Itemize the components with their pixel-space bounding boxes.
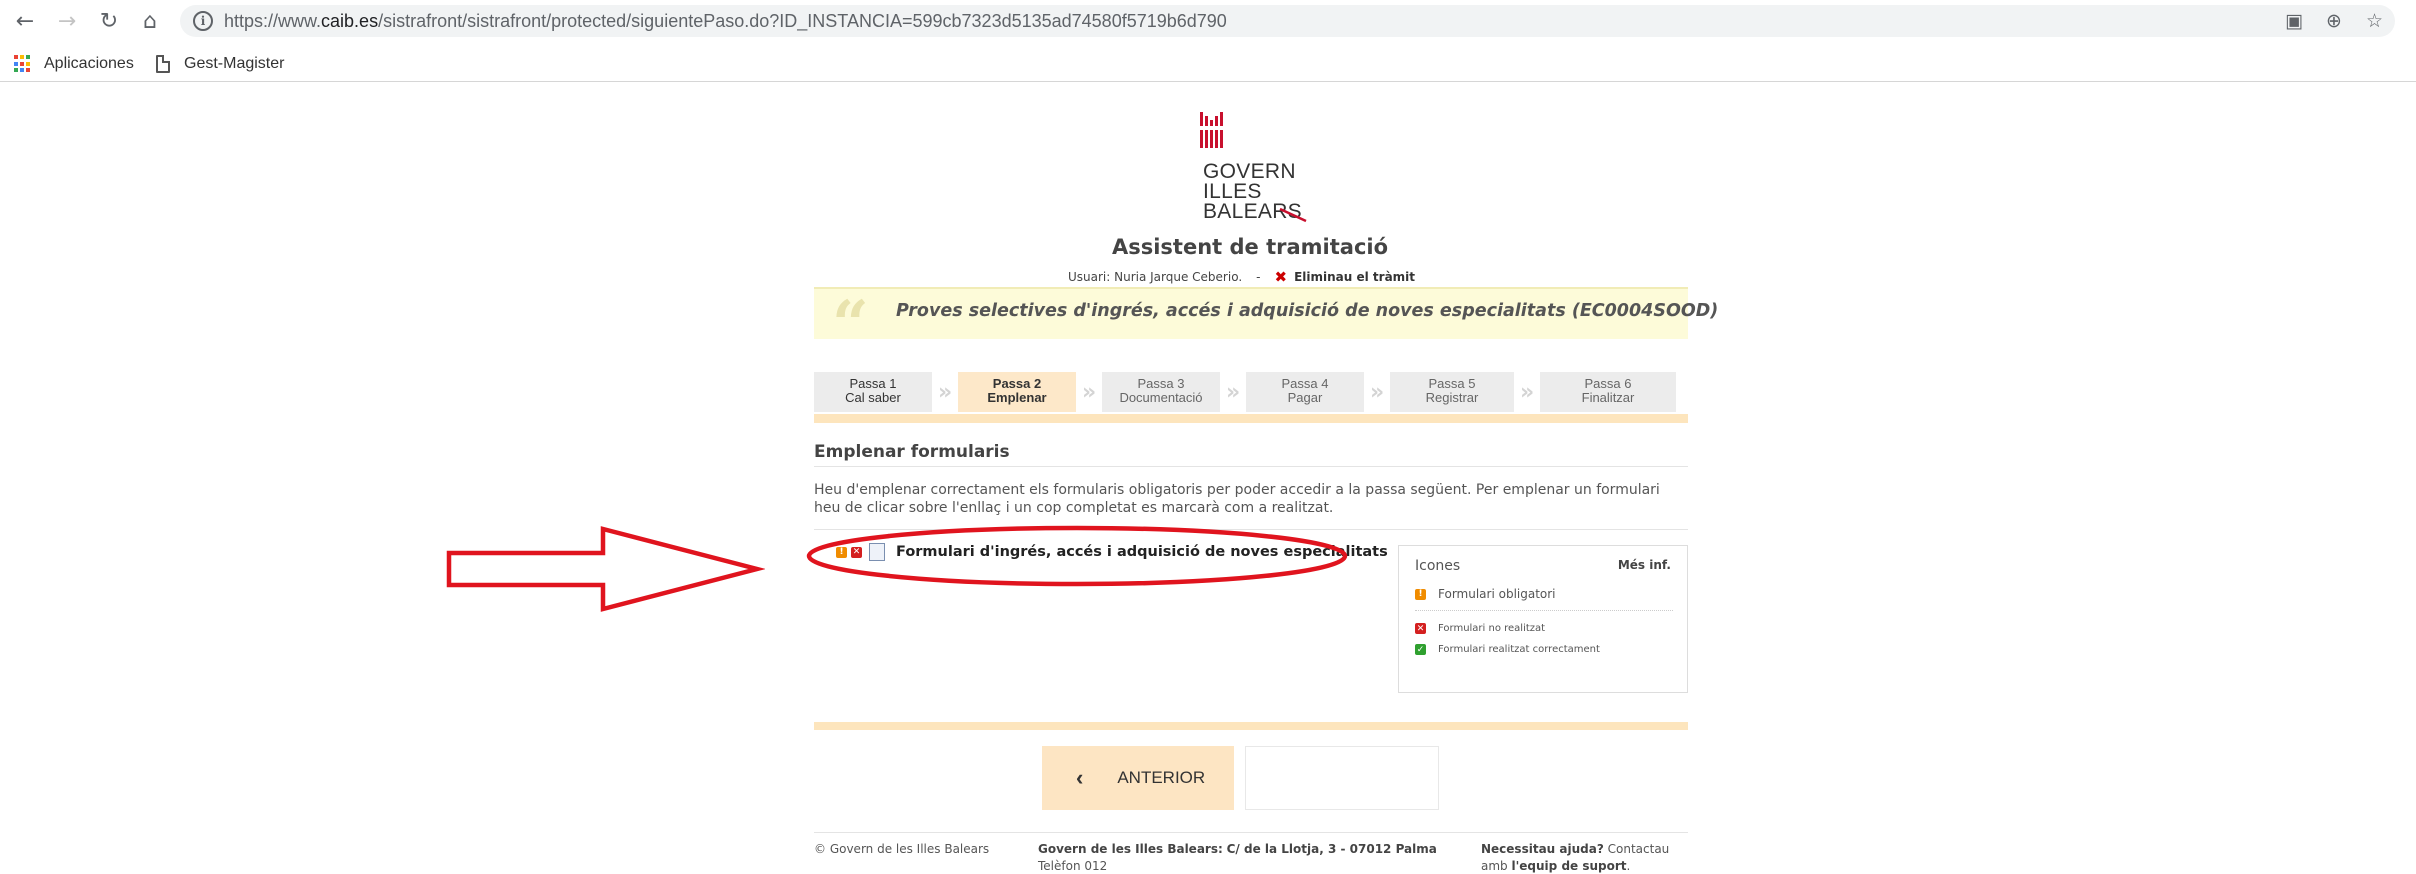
footer-address: Govern de les Illes Balears: C/ de la Ll… xyxy=(1038,841,1437,874)
chevron-right-icon: » xyxy=(938,380,953,405)
chevron-left-icon: ‹ xyxy=(1076,765,1084,790)
step-1: Passa 1 Cal saber xyxy=(814,372,932,412)
bookmark-gest-magister[interactable]: Gest-Magister xyxy=(156,52,284,76)
support-team-link[interactable]: l'equip de suport xyxy=(1512,859,1627,873)
step-number: Passa 6 xyxy=(1584,376,1632,391)
page-icon xyxy=(156,55,170,73)
bookmark-star-icon[interactable]: ☆ xyxy=(2366,10,2383,32)
legend-label: Formulari no realitzat xyxy=(1438,623,1546,634)
address-street: C/ de la Llotja, 3 - 07012 Palma xyxy=(1226,842,1437,856)
site-info-icon[interactable]: i xyxy=(193,11,213,31)
separator: - xyxy=(1256,270,1261,284)
zoom-icon[interactable]: ⊕ xyxy=(2326,10,2342,32)
page-title: Assistent de tramitació xyxy=(1111,235,1389,259)
next-button-placeholder xyxy=(1245,746,1439,810)
delete-procedure-link[interactable]: Eliminau el tràmit xyxy=(1294,270,1415,284)
chevron-right-icon: » xyxy=(1226,380,1241,405)
browser-toolbar: ← → ↻ ⌂ i https://www.caib.es/sistrafron… xyxy=(0,0,2416,42)
more-info-link[interactable]: Més inf. xyxy=(1618,558,1671,572)
annotation-ellipse xyxy=(806,525,1348,587)
reload-icon[interactable]: ↻ xyxy=(94,6,124,36)
previous-button[interactable]: ‹ ANTERIOR xyxy=(1042,746,1234,810)
chevron-right-icon: » xyxy=(1370,380,1385,405)
user-label: Usuari: Nuria Jarque Ceberio. xyxy=(1068,270,1243,284)
footer-divider xyxy=(814,832,1688,833)
divider xyxy=(814,466,1688,467)
bottom-divider xyxy=(814,722,1688,730)
steps-nav: Passa 1 Cal saber » Passa 2 Emplenar » P… xyxy=(814,372,1688,412)
address-bar[interactable]: i https://www.caib.es/sistrafront/sistra… xyxy=(180,5,2395,37)
procedure-title: Proves selectives d'ingrés, accés i adqu… xyxy=(896,301,1719,321)
legend-done-ok: ✓ Formulari realitzat correctament xyxy=(1415,644,1600,655)
section-title: Emplenar formularis xyxy=(814,442,1010,462)
procedure-banner: “ Proves selectives d'ingrés, accés i ad… xyxy=(814,287,1718,362)
step-label: Documentació xyxy=(1119,390,1203,405)
bookmarks-bar: Aplicaciones Gest-Magister xyxy=(0,46,2416,82)
home-icon[interactable]: ⌂ xyxy=(135,6,165,36)
chevron-right-icon: » xyxy=(1082,380,1097,405)
logo-swoosh-icon xyxy=(1279,207,1307,223)
forward-arrow-icon[interactable]: → xyxy=(52,6,82,36)
step-number: Passa 1 xyxy=(849,376,897,391)
step-number: Passa 2 xyxy=(992,376,1042,391)
previous-label: ANTERIOR xyxy=(1117,768,1206,787)
footer-copyright: © Govern de les Illes Balears xyxy=(814,842,990,856)
step-3: Passa 3 Documentació xyxy=(1102,372,1220,412)
bookmark-label: Gest-Magister xyxy=(184,55,285,72)
back-arrow-icon[interactable]: ← xyxy=(10,6,40,36)
step-label: Emplenar xyxy=(987,390,1047,405)
step-5: Passa 5 Registrar xyxy=(1390,372,1514,412)
bookmark-label: Aplicaciones xyxy=(44,55,134,72)
chevron-right-icon: » xyxy=(1520,380,1535,405)
not-done-icon: ✕ xyxy=(1415,623,1426,634)
steps-underline xyxy=(814,414,1688,423)
icons-legend: Icones Més inf. ! Formulari obligatori ✕… xyxy=(1398,545,1688,693)
step-4: Passa 4 Pagar xyxy=(1246,372,1364,412)
logo-line: ILLES xyxy=(1203,180,1262,203)
url-text[interactable]: https://www.caib.es/sistrafront/sistrafr… xyxy=(224,11,1227,32)
govern-logo-icon xyxy=(1199,112,1223,148)
annotation-arrow-icon xyxy=(446,526,765,612)
legend-label: Formulari obligatori xyxy=(1438,587,1556,601)
step-2: Passa 2 Emplenar xyxy=(958,372,1076,412)
footer-help: Necessitau ajuda? Contactau amb l'equip … xyxy=(1481,841,1671,874)
legend-label: Formulari realitzat correctament xyxy=(1438,644,1600,655)
bookmark-apps[interactable]: Aplicaciones xyxy=(14,52,134,76)
step-number: Passa 3 xyxy=(1137,376,1185,391)
step-label: Pagar xyxy=(1287,390,1323,405)
step-label: Finalitzar xyxy=(1581,390,1635,405)
step-number: Passa 5 xyxy=(1428,376,1476,391)
translate-icon[interactable]: ▣ xyxy=(2285,10,2303,32)
user-info: Usuari: Nuria Jarque Ceberio. - ✖ Elimin… xyxy=(1068,268,1415,286)
apps-grid-icon xyxy=(14,55,32,73)
step-number: Passa 4 xyxy=(1281,376,1329,391)
address-org: Govern de les Illes Balears: xyxy=(1038,842,1223,856)
legend-mandatory: ! Formulari obligatori xyxy=(1415,587,1556,601)
legend-not-done: ✕ Formulari no realitzat xyxy=(1415,623,1545,634)
divider xyxy=(1415,610,1673,611)
help-end: . xyxy=(1626,859,1631,873)
footer-phone: Telèfon 012 xyxy=(1038,859,1108,873)
done-ok-icon: ✓ xyxy=(1415,644,1426,655)
mandatory-icon: ! xyxy=(1415,588,1426,600)
help-bold: Necessitau ajuda? xyxy=(1481,842,1604,856)
delete-x-icon: ✖ xyxy=(1274,268,1288,286)
instructions-text: Heu d'emplenar correctament els formular… xyxy=(814,482,1660,516)
legend-title: Icones xyxy=(1415,558,1461,574)
step-label: Cal saber xyxy=(845,390,901,405)
logo-line: GOVERN xyxy=(1203,160,1296,183)
step-label: Registrar xyxy=(1425,390,1479,405)
step-6: Passa 6 Finalitzar xyxy=(1540,372,1676,412)
quote-icon: “ xyxy=(832,287,869,362)
